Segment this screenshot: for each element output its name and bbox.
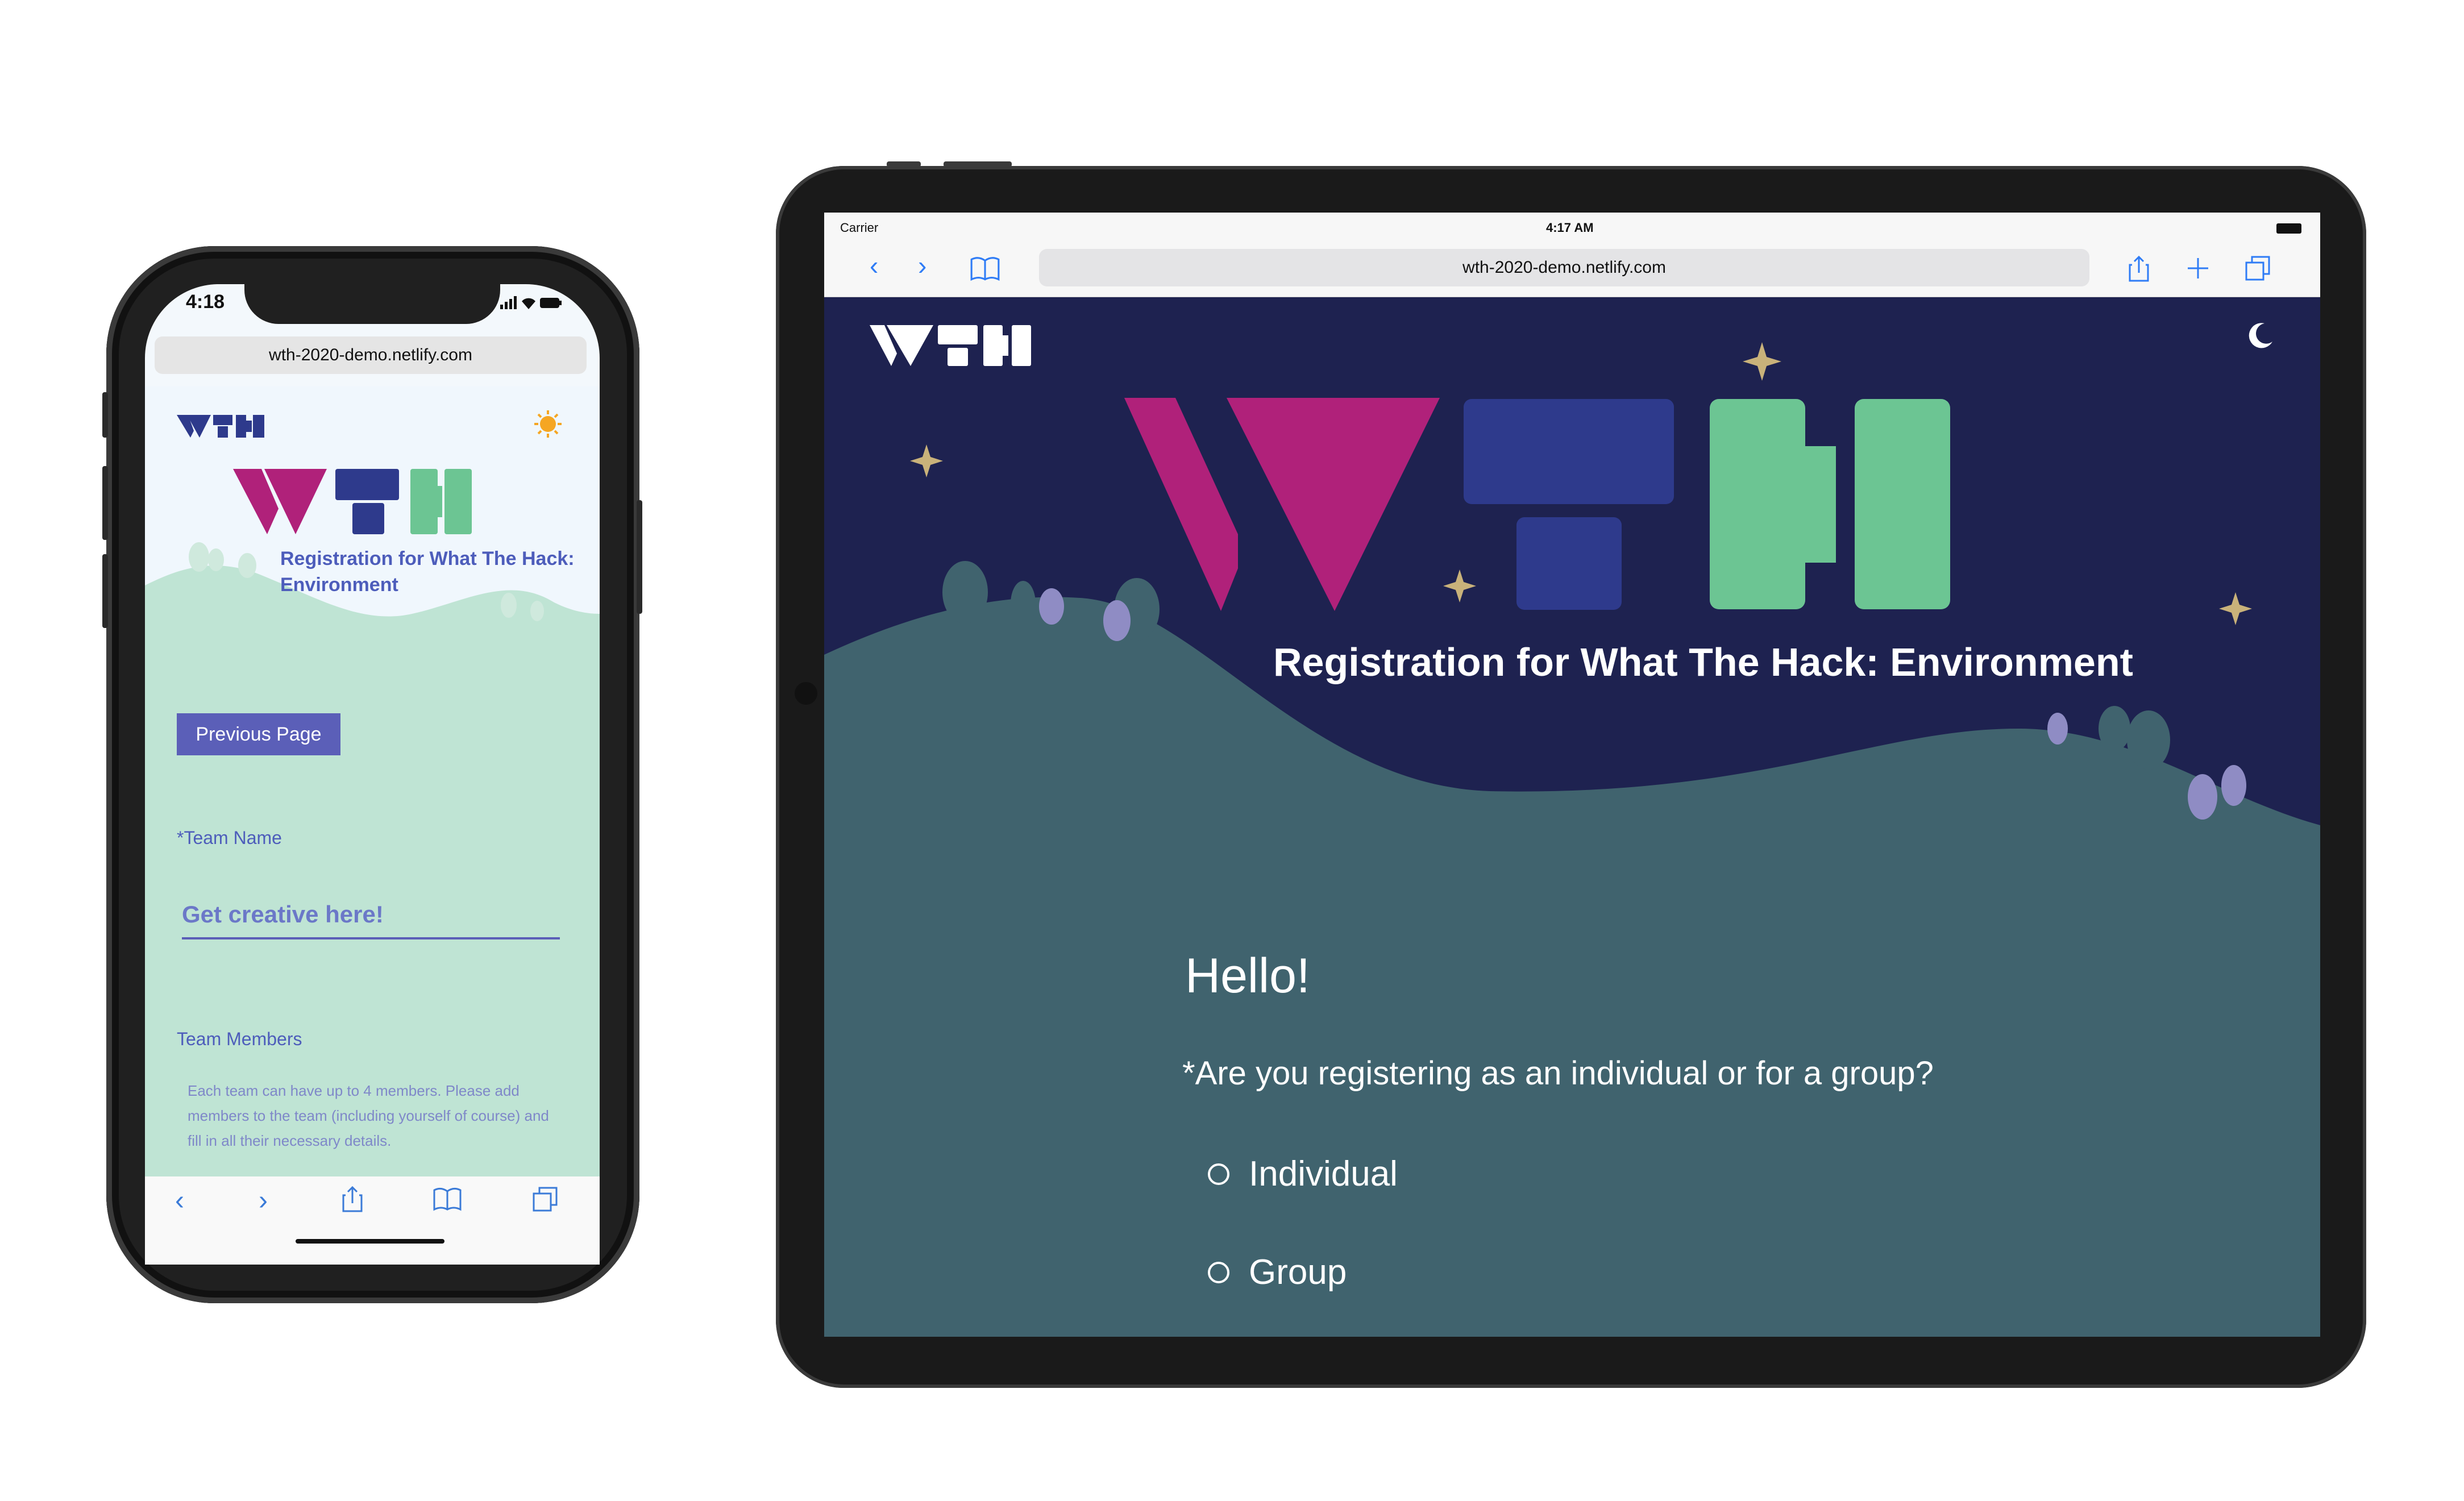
back-icon[interactable]: ‹ <box>870 250 878 281</box>
radio-button[interactable] <box>1208 1261 1229 1283</box>
tablet-wth-logo <box>1124 398 1950 611</box>
battery-icon <box>2276 223 2301 234</box>
sun-icon[interactable] <box>533 409 563 439</box>
new-tab-icon[interactable] <box>2185 256 2210 281</box>
phone-small-logo <box>177 415 264 438</box>
team-name-label: *Team Name <box>177 828 282 848</box>
tabs-icon[interactable] <box>531 1186 559 1213</box>
carrier-label: Carrier <box>840 221 879 235</box>
tablet-camera <box>795 682 817 705</box>
forward-icon[interactable]: › <box>918 250 926 281</box>
page-title: Registration for What The Hack: Environm… <box>1273 640 2133 684</box>
radio-option-individual[interactable]: Individual <box>1208 1154 1398 1194</box>
previous-page-button[interactable]: Previous Page <box>177 713 340 755</box>
phone-status-time: 4:18 <box>186 291 225 313</box>
team-members-label: Team Members <box>177 1029 302 1049</box>
team-members-description: Each team can have up to 4 members. Plea… <box>188 1082 549 1149</box>
signal-wifi-battery-icons <box>500 296 562 309</box>
share-icon[interactable] <box>341 1185 364 1213</box>
phone-notch <box>244 278 500 324</box>
tablet-status-time: 4:17 AM <box>1546 221 1594 235</box>
radio-label: Group <box>1249 1253 1347 1292</box>
tabs-icon[interactable] <box>2244 255 2271 282</box>
tablet-small-logo <box>870 325 1031 366</box>
phone-side-button <box>637 500 642 614</box>
phone-side-button <box>102 554 108 628</box>
phone-wth-logo <box>233 469 472 534</box>
radio-label: Individual <box>1249 1154 1398 1194</box>
greeting-heading: Hello! <box>1185 949 1310 1003</box>
tablet-url-bar[interactable]: wth-2020-demo.netlify.com <box>1039 249 2089 286</box>
home-indicator <box>296 1239 444 1244</box>
forward-icon[interactable]: › <box>259 1185 268 1216</box>
phone-url-bar[interactable]: wth-2020-demo.netlify.com <box>155 336 587 374</box>
back-icon[interactable]: ‹ <box>175 1185 184 1216</box>
page-title: Registration for What The Hack: Environm… <box>280 548 575 596</box>
team-name-input[interactable]: Get creative here! <box>182 901 560 939</box>
radio-button[interactable] <box>1208 1163 1229 1185</box>
bookmarks-icon[interactable] <box>969 256 1001 282</box>
registration-type-question: *Are you registering as an individual or… <box>1182 1055 1934 1092</box>
bookmarks-icon[interactable] <box>432 1187 463 1212</box>
phone-side-button <box>102 392 108 438</box>
moon-icon[interactable] <box>2245 321 2275 351</box>
share-icon[interactable] <box>2128 253 2150 284</box>
radio-option-group[interactable]: Group <box>1208 1252 1347 1292</box>
phone-side-button <box>102 466 108 540</box>
